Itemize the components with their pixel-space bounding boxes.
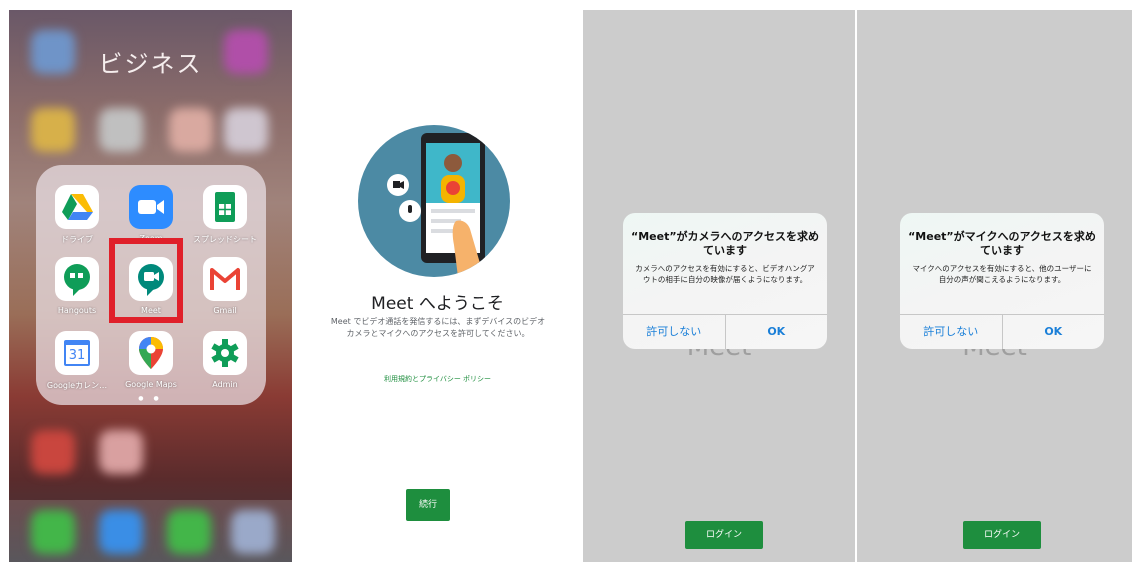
login-button[interactable]: ログイン (685, 521, 763, 549)
app-admin[interactable]: Admin (192, 331, 258, 389)
alert-buttons: 許可しない OK (623, 314, 827, 349)
welcome-description: Meet でビデオ通話を発信するには、まずデバイスのビデオカメラとマイクへのアク… (330, 317, 546, 338)
blurred-app-icon (99, 430, 143, 474)
deny-button[interactable]: 許可しない (623, 315, 725, 349)
alert-title: “Meet”がカメラへのアクセスを求めています (630, 230, 820, 257)
blurred-app-icon (99, 108, 143, 152)
alert-buttons: 許可しない OK (900, 314, 1104, 349)
google-admin-icon (203, 331, 247, 375)
meet-welcome-panel: Meet へようこそ Meet でビデオ通話を発信するには、まずデバイスのビデオ… (296, 10, 579, 562)
app-calendar[interactable]: 31 Googleカレン… (44, 331, 110, 391)
continue-button[interactable]: 続行 (406, 489, 450, 521)
calendar-day: 31 (68, 348, 86, 363)
blurred-app-icon (31, 430, 75, 474)
page-dots: ● ● (138, 395, 163, 402)
gmail-icon (203, 257, 247, 301)
app-hangouts[interactable]: Hangouts (44, 257, 110, 315)
app-label: Googleカレン… (46, 381, 108, 390)
safari-icon (99, 510, 143, 554)
meet-highlight-box (109, 238, 183, 323)
alert-message: マイクへのアクセスを有効にすると、他のユーザーに自分の声が聞こえるようになります… (912, 264, 1092, 284)
app-label: Hangouts (57, 306, 97, 315)
hangouts-icon (55, 257, 99, 301)
messages-icon (167, 510, 211, 554)
blurred-app-icon (169, 108, 213, 152)
music-icon (231, 510, 275, 554)
ok-button[interactable]: OK (724, 315, 828, 349)
zoom-icon (129, 185, 173, 229)
microphone-permission-panel: Meet “Meet”がマイクへのアクセスを求めています マイクへのアクセスを有… (857, 10, 1132, 562)
folder-title: ビジネス (98, 50, 203, 78)
app-zoom[interactable]: Zoom (118, 185, 184, 243)
welcome-title: Meet へようこそ (371, 294, 504, 314)
app-gmail[interactable]: Gmail (192, 257, 258, 315)
app-maps[interactable]: Google Maps (118, 331, 184, 389)
blurred-app-icon (31, 108, 75, 152)
google-calendar-icon: 31 (55, 331, 99, 375)
ok-button[interactable]: OK (1001, 315, 1105, 349)
dock (9, 500, 292, 562)
google-maps-icon (129, 331, 173, 375)
app-sheets[interactable]: スプレッドシート (192, 185, 258, 245)
deny-button[interactable]: 許可しない (900, 315, 1002, 349)
app-drive[interactable]: ドライブ (44, 185, 110, 245)
microphone-permission-alert: “Meet”がマイクへのアクセスを求めています マイクへのアクセスを有効にすると… (900, 213, 1104, 349)
google-sheets-icon (203, 185, 247, 229)
alert-title: “Meet”がマイクへのアクセスを求めています (908, 230, 1096, 257)
app-label: Admin (212, 380, 238, 389)
blurred-app-icon (224, 108, 268, 152)
app-label: Google Maps (125, 380, 177, 389)
camera-permission-alert: “Meet”がカメラへのアクセスを求めています カメラへのアクセスを有効にすると… (623, 213, 827, 349)
ios-home-screen-panel: ビジネス ドライブ Zoom スプレッドシート Hangouts Meet Gm… (9, 10, 292, 562)
terms-privacy-link[interactable]: 利用規約とプライバシー ポリシー (296, 374, 579, 384)
alert-message: カメラへのアクセスを有効にすると、ビデオハングアウトの相手に自分の映像が届くよう… (635, 264, 815, 284)
welcome-illustration (358, 125, 510, 277)
google-drive-icon (55, 185, 99, 229)
app-label: Gmail (213, 306, 237, 315)
phone-icon (31, 510, 75, 554)
login-button[interactable]: ログイン (963, 521, 1041, 549)
app-label: スプレッドシート (193, 235, 257, 244)
camera-permission-panel: Meet “Meet”がカメラへのアクセスを求めています カメラへのアクセスを有… (583, 10, 855, 562)
app-label: ドライブ (61, 235, 93, 244)
